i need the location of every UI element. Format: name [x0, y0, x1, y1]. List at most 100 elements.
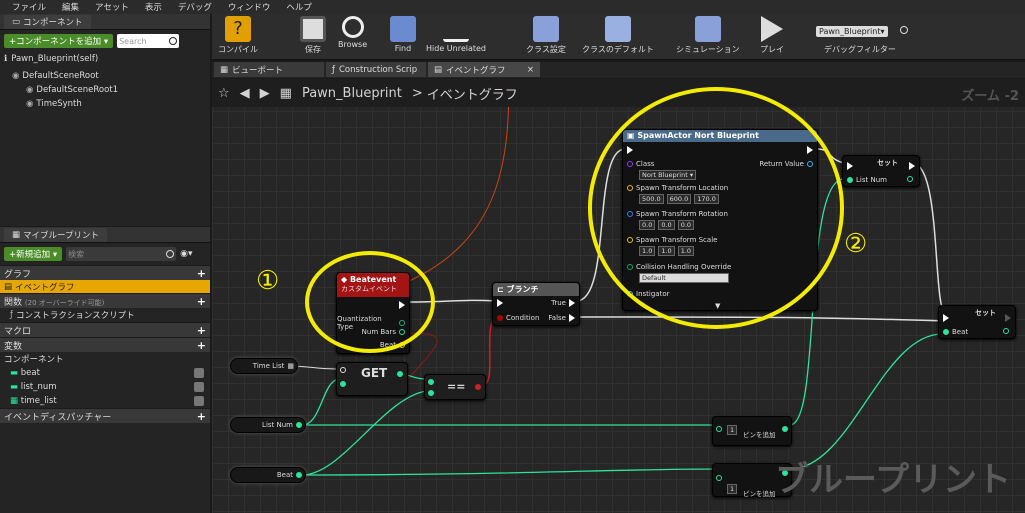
add-pin-label[interactable]: ピンを追加	[743, 429, 776, 439]
self-item[interactable]: ℹ Pawn_Blueprint(self)	[0, 52, 210, 66]
set-beat-node[interactable]: セット Beat	[938, 305, 1016, 339]
list-num-getter[interactable]: List Num	[230, 417, 306, 433]
visibility-icon[interactable]	[194, 382, 204, 392]
true-pin[interactable]: True	[551, 299, 575, 307]
compile-button[interactable]: ? コンパイル	[218, 16, 258, 55]
breadcrumb-graph[interactable]: イベントグラフ	[427, 84, 518, 103]
back-icon[interactable]: ◀	[240, 86, 250, 101]
get-node[interactable]: GET	[336, 362, 408, 396]
list-num-pin[interactable]: List Num	[847, 176, 887, 184]
visibility-icon[interactable]	[194, 396, 204, 406]
index-pin-icon[interactable]	[340, 381, 346, 387]
exec-in-pin[interactable]	[847, 162, 853, 170]
output-pin-icon[interactable]	[782, 426, 788, 432]
star-icon[interactable]: ☆	[218, 86, 230, 101]
array-pin-icon[interactable]	[340, 367, 346, 373]
menu-debug[interactable]: デバッグ	[170, 1, 220, 13]
find-button[interactable]: Find	[390, 16, 416, 53]
tab-event-graph[interactable]: ▤ イベントグラフ ×	[428, 62, 540, 77]
variable-list-num[interactable]: ▬ list_num	[0, 380, 210, 394]
exec-in-pin[interactable]	[943, 314, 949, 322]
var-label: Beat	[276, 471, 293, 479]
menu-view[interactable]: 表示	[137, 1, 170, 13]
add-dispatcher-icon[interactable]: +	[197, 410, 206, 423]
branch-node[interactable]: ⊏ ブランチ True Condition False	[492, 282, 580, 326]
add-new-button[interactable]: +新規追加 ▾	[4, 247, 63, 261]
tab-construction-script[interactable]: ƒ Construction Scrip	[326, 62, 426, 77]
add-macro-icon[interactable]: +	[197, 324, 206, 337]
beat-getter[interactable]: Beat	[230, 467, 306, 483]
add-function-icon[interactable]: +	[197, 295, 206, 308]
add-component-button[interactable]: +コンポーネントを追加 ▾	[4, 34, 114, 48]
exec-out-pin[interactable]	[1005, 314, 1011, 322]
callout-ring-1	[305, 251, 435, 353]
tree-item-label: DefaultSceneRoot	[22, 71, 99, 81]
tree-item-timesynth[interactable]: ◉ TimeSynth	[0, 97, 210, 111]
variable-beat[interactable]: ▬ beat	[0, 366, 210, 380]
item-event-graph[interactable]: ▤ イベントグラフ	[0, 280, 210, 293]
play-button[interactable]: プレイ	[760, 16, 784, 55]
forward-icon[interactable]: ▶	[260, 86, 270, 101]
set-list-num-node[interactable]: セット List Num	[842, 155, 920, 187]
output-pin-icon[interactable]	[397, 371, 403, 377]
beat-pin[interactable]: Beat	[943, 328, 968, 336]
close-icon[interactable]: ×	[527, 65, 534, 75]
breadcrumb: ☆ ◀ ▶ ▦ Pawn_Blueprint > イベントグラフ	[212, 79, 1025, 107]
menu-file[interactable]: ファイル	[4, 1, 54, 13]
false-pin[interactable]: False	[548, 314, 575, 322]
event-graph-canvas[interactable]: ☆ ◀ ▶ ▦ Pawn_Blueprint > イベントグラフ ズーム -2 …	[212, 79, 1025, 513]
value-field[interactable]: 1	[727, 425, 738, 435]
class-settings-button[interactable]: クラス設定	[526, 16, 566, 55]
result-pin-icon[interactable]	[475, 384, 481, 390]
debug-object-select[interactable]: Pawn_Blueprint▾	[816, 26, 888, 37]
breadcrumb-blueprint[interactable]: Pawn_Blueprint	[302, 86, 402, 101]
category-variables[interactable]: 変数 +	[0, 337, 210, 352]
equal-node[interactable]: ==	[424, 374, 486, 400]
menu-help[interactable]: ヘルプ	[278, 1, 320, 13]
components-tab-icon: ▭	[12, 16, 21, 27]
component-search-input[interactable]: Search	[117, 34, 180, 48]
search-icon[interactable]	[900, 26, 908, 34]
a-pin-icon[interactable]	[428, 379, 434, 385]
exec-in-pin[interactable]	[497, 299, 503, 307]
hide-unrelated-button[interactable]: Hide Unrelated	[426, 16, 486, 53]
pin-icon[interactable]	[716, 426, 722, 432]
components-panel: ▭ コンポーネント +コンポーネントを追加 ▾ Search ℹ Pawn_Blue…	[0, 14, 210, 226]
tree-item-root[interactable]: ◉ DefaultSceneRoot	[0, 69, 210, 83]
category-dispatchers[interactable]: イベントディスパッチャー +	[0, 408, 210, 423]
condition-pin[interactable]: Condition	[497, 314, 539, 322]
browse-button[interactable]: Browse	[338, 16, 367, 49]
tab-components[interactable]: ▭ コンポーネント	[4, 14, 91, 29]
visibility-icon[interactable]	[194, 368, 204, 378]
class-defaults-button[interactable]: クラスのデフォルト	[582, 16, 654, 55]
blueprint-search-input[interactable]: 検索	[66, 247, 177, 261]
menu-edit[interactable]: 編集	[54, 1, 87, 13]
eye-icon[interactable]: ◉▾	[180, 249, 192, 259]
value-field[interactable]: 1	[727, 484, 738, 494]
add-pin-label[interactable]: ピンを追加	[743, 488, 776, 498]
tree-item-root1[interactable]: ◉ DefaultSceneRoot1	[0, 83, 210, 97]
add-graph-icon[interactable]: +	[197, 267, 206, 280]
category-graphs[interactable]: グラフ +	[0, 265, 210, 280]
item-construction-script[interactable]: ƒ コンストラクションスクリプト	[0, 308, 210, 322]
menu-asset[interactable]: アセット	[87, 1, 137, 13]
pin-icon	[943, 329, 949, 335]
category-components[interactable]: コンポーネント	[0, 352, 210, 366]
variable-time-list[interactable]: ▦ time_list	[0, 394, 210, 408]
menu-window[interactable]: ウィンドウ	[220, 1, 279, 13]
output-pin[interactable]	[907, 176, 913, 182]
category-functions[interactable]: 関数 (20 オーバーライド可能) +	[0, 293, 210, 308]
simulate-button[interactable]: シミュレーション	[676, 16, 740, 55]
tab-viewport[interactable]: ▦ ビューポート	[214, 62, 324, 77]
category-macros[interactable]: マクロ +	[0, 322, 210, 337]
time-list-getter[interactable]: Time List ▦	[230, 358, 298, 374]
add-pin-node-1[interactable]: 1 ピンを追加	[712, 416, 792, 446]
exec-out-pin[interactable]	[909, 162, 915, 170]
tab-my-blueprint[interactable]: ▦ マイブループリント	[4, 227, 108, 242]
pin-icon[interactable]	[716, 475, 722, 481]
b-pin-icon[interactable]	[428, 390, 434, 396]
pin-label: Beat	[952, 328, 969, 336]
save-button[interactable]: 保存	[300, 16, 326, 55]
output-pin[interactable]	[1003, 328, 1009, 334]
add-variable-icon[interactable]: +	[197, 339, 206, 352]
